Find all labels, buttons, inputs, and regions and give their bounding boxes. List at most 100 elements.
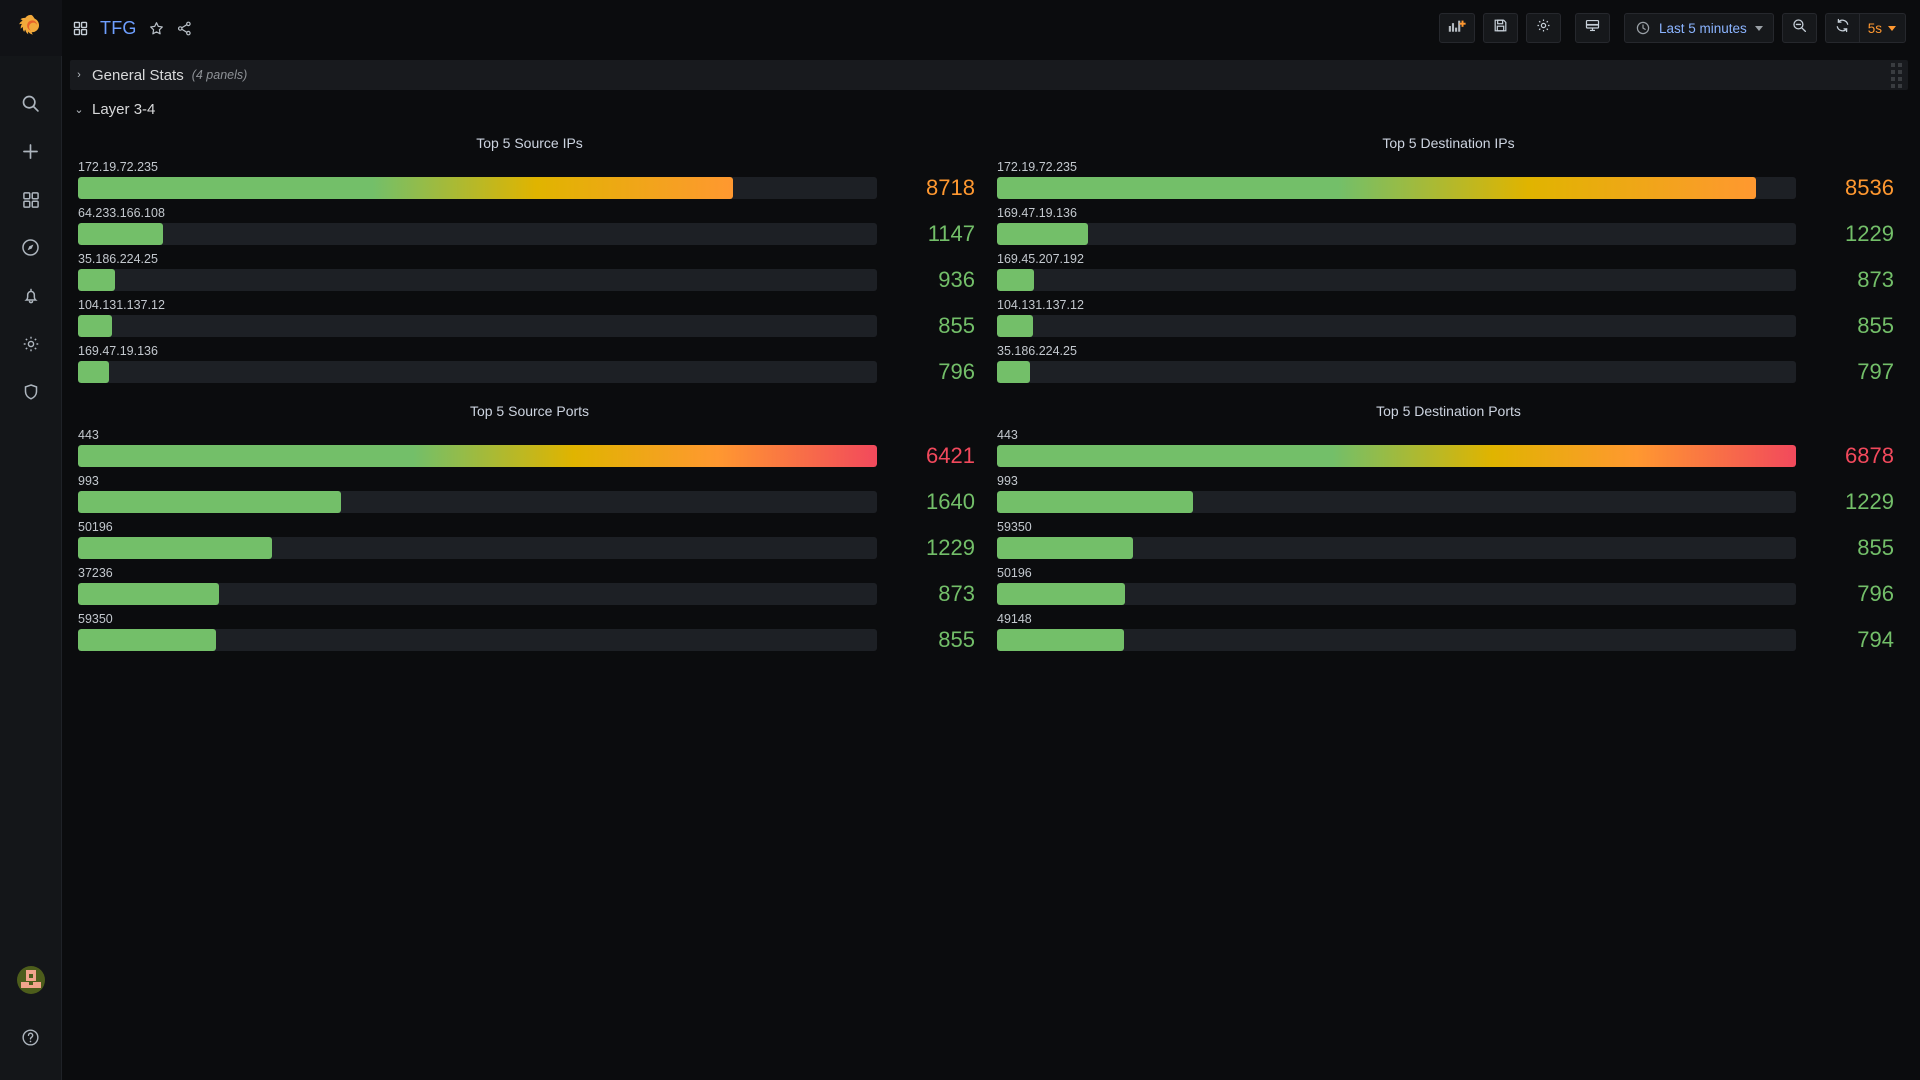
bar-gauge-track [997,315,1796,337]
sidebar-item-alerting[interactable] [0,274,62,322]
bar-gauge-label: 169.47.19.136 [78,344,158,358]
row-title: General Stats [92,66,184,84]
bar-gauge-label: 59350 [997,520,1032,534]
bar-gauge-fill [997,583,1125,605]
bar-gauge-track [78,537,877,559]
bar-gauge-label: 49148 [997,612,1032,626]
bar-gauge-row: 104.131.137.12 855 [997,298,1900,337]
bar-gauge-label: 172.19.72.235 [997,160,1077,174]
page-title[interactable]: TFG [100,18,137,39]
chevron-down-icon [1888,25,1896,31]
bell-icon [21,286,41,311]
bar-gauge-fill [78,315,112,337]
bar-gauge-value: 1229 [1845,221,1894,246]
bar-gauge-row: 49148 794 [997,612,1900,651]
bar-gauge-body: 59350 [997,520,1796,559]
bar-gauge-track [78,223,877,245]
bar-gauge-label: 993 [78,474,99,488]
sidebar-item-server-admin[interactable] [0,370,62,418]
panel-top-5-source-ports: Top 5 Source Ports 443 6421 993 1640 50196 122… [70,396,989,664]
panel-title[interactable]: Top 5 Destination IPs [995,132,1902,154]
refresh-dashboard-button[interactable] [1824,13,1859,43]
bar-gauge-row: 993 1640 [78,474,981,513]
plus-icon [20,141,41,167]
bar-gauge-value: 936 [938,267,975,292]
bar-gauge-track [78,629,877,651]
compass-icon [20,237,41,263]
bar-gauge-body: 993 [997,474,1796,513]
refresh-interval-label: 5s [1867,20,1882,36]
bar-gauge-row: 172.19.72.235 8718 [78,160,981,199]
bar-gauge-value: 1147 [927,221,975,246]
bar-gauge-fill [78,177,734,199]
chevron-down-icon: ⌄ [74,103,84,116]
bar-gauge-label: 993 [997,474,1018,488]
time-range-label: Last 5 minutes [1658,20,1747,36]
zoom-out-time-range-button[interactable] [1781,13,1817,43]
sidebar-item-search[interactable] [0,82,62,130]
bar-gauge-label: 35.186.224.25 [78,252,158,266]
panel-title[interactable]: Top 5 Destination Ports [995,400,1902,422]
bar-gauge-row: 59350 855 [997,520,1900,559]
bar-gauge-list: 172.19.72.235 8536 169.47.19.136 1229 169.45… [995,154,1902,392]
bar-gauge-list: 172.19.72.235 8718 64.233.166.108 1147 35.18… [76,154,983,392]
sidebar-item-create[interactable] [0,130,62,178]
bar-gauge-fill [78,445,877,467]
time-range-picker[interactable]: Last 5 minutes [1623,13,1774,43]
bar-gauge-row: 35.186.224.25 936 [78,252,981,291]
row-drag-handle-icon[interactable] [1891,62,1902,88]
bar-gauge-fill [78,537,273,559]
bar-gauge-fill [997,445,1796,467]
bar-gauge-value: 6421 [926,443,975,468]
bar-gauge-label: 443 [78,428,99,442]
bar-gauge-label: 104.131.137.12 [997,298,1084,312]
bar-gauge-list: 443 6421 993 1640 50196 1229 37236 873 59350 855 [76,422,983,660]
dashboard-grid-icon[interactable] [72,20,89,37]
bar-gauge-label: 172.19.72.235 [78,160,158,174]
bar-gauge-body: 172.19.72.235 [997,160,1796,199]
share-nodes-icon[interactable] [176,20,193,37]
bar-gauge-label: 50196 [997,566,1032,580]
panel-top-5-destination-ports: Top 5 Destination Ports 443 6878 993 1229 593… [989,396,1908,664]
bar-gauge-body: 49148 [997,612,1796,651]
panel-title[interactable]: Top 5 Source Ports [76,400,983,422]
bar-gauge-track [78,445,877,467]
bar-gauge-row: 50196 1229 [78,520,981,559]
sidebar-item-configuration[interactable] [0,322,62,370]
grafana-logo-icon[interactable] [0,0,62,56]
sidebar-item-explore[interactable] [0,226,62,274]
row-header-layer-3-4[interactable]: ⌄ Layer 3-4 [70,94,1908,124]
star-outline-icon[interactable] [148,20,165,37]
dashboard-settings-button[interactable] [1525,13,1561,43]
bar-gauge-value: 855 [938,313,975,338]
tv-kiosk-mode-button[interactable] [1574,13,1610,43]
sidebar-item-dashboards[interactable] [0,178,62,226]
refresh-interval-picker[interactable]: 5s [1858,13,1906,43]
bar-gauge-fill [78,583,219,605]
panel-title[interactable]: Top 5 Source IPs [76,132,983,154]
sidebar-item-help[interactable] [0,1016,62,1064]
add-panel-button[interactable] [1438,13,1475,43]
row-header-general-stats[interactable]: › General Stats (4 panels) [70,60,1908,90]
bar-gauge-row: 172.19.72.235 8536 [997,160,1900,199]
bar-gauge-row: 993 1229 [997,474,1900,513]
bar-gauge-value: 873 [938,581,975,606]
bar-gauge-body: 59350 [78,612,877,651]
avatar[interactable] [16,966,45,994]
dashboard-toolbar: TFG Last 5 minutes 5s [62,0,1920,56]
save-dashboard-button[interactable] [1482,13,1518,43]
bar-gauge-track [997,177,1796,199]
bar-gauge-label: 104.131.137.12 [78,298,165,312]
bar-gauge-row: 35.186.224.25 797 [997,344,1900,383]
grafana-app: TFG Last 5 minutes 5s › General Stats (4… [0,0,1920,1080]
bar-gauge-fill [997,361,1030,383]
gear-icon [1535,17,1552,39]
panel-top-5-destination-ips: Top 5 Destination IPs 172.19.72.235 8536 16… [989,128,1908,396]
bar-gauge-fill [78,223,163,245]
bar-gauge-fill [78,269,115,291]
bar-gauge-track [997,491,1796,513]
bar-gauge-list: 443 6878 993 1229 59350 855 50196 796 49148 794 [995,422,1902,660]
bar-gauge-label: 443 [997,428,1018,442]
bar-gauge-track [78,583,877,605]
chevron-right-icon: › [77,69,81,81]
